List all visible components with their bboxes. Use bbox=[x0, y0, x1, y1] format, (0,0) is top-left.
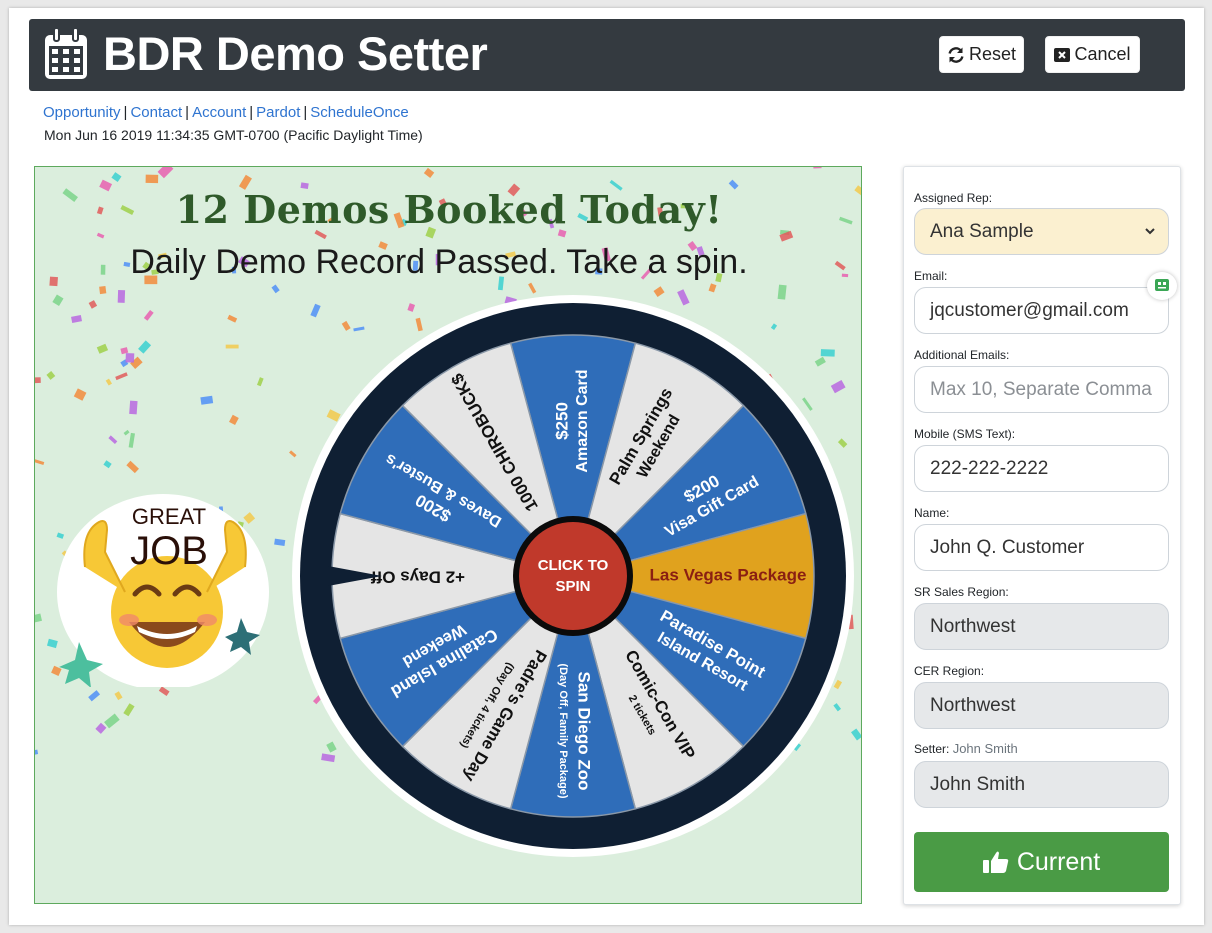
current-label: Current bbox=[1016, 847, 1101, 876]
name-value: John Q. Customer bbox=[930, 536, 1085, 558]
segment-label-line1: San Diego Zoo bbox=[575, 672, 594, 791]
mobile-value: 222-222-2222 bbox=[930, 457, 1049, 479]
robot-icon[interactable] bbox=[1147, 272, 1177, 300]
name-label: Name: bbox=[914, 506, 950, 520]
wheel-segment-label: San Diego Zoo (Day Off, Family Package) bbox=[557, 663, 593, 798]
link-scheduleonce[interactable]: ScheduleOnce bbox=[310, 104, 408, 121]
link-opportunity[interactable]: Opportunity bbox=[43, 104, 121, 121]
assigned-rep-value: Ana Sample bbox=[930, 220, 1034, 242]
email-label: Email: bbox=[914, 269, 948, 283]
mobile-field[interactable]: 222-222-2222 bbox=[914, 445, 1169, 492]
assigned-rep-select[interactable]: Ana Sample bbox=[914, 208, 1169, 255]
name-field[interactable]: John Q. Customer bbox=[914, 524, 1169, 571]
reset-button[interactable]: Reset bbox=[939, 36, 1024, 73]
sr-region-field[interactable]: Northwest bbox=[914, 603, 1169, 650]
cer-region-value: Northwest bbox=[930, 694, 1016, 716]
additional-emails-placeholder: Max 10, Separate Comma bbox=[930, 378, 1152, 400]
segment-label-line2: (Day Off, Family Package) bbox=[557, 663, 569, 798]
email-field[interactable]: jqcustomer@gmail.com bbox=[914, 287, 1169, 334]
cancel-label: Cancel bbox=[1074, 44, 1131, 64]
spin-label-line2[interactable]: SPIN bbox=[555, 578, 590, 595]
current-datetime: Mon Jun 16 2019 11:34:35 GMT-0700 (Pacif… bbox=[44, 127, 423, 143]
wheel-segment-label: Las Vegas Package bbox=[650, 565, 807, 584]
current-button[interactable]: Current bbox=[914, 832, 1169, 892]
prize-wheel[interactable]: $250 Amazon Card Palm SpringsWeekend$200Vi… bbox=[35, 167, 862, 904]
cer-region-label: CER Region: bbox=[914, 664, 985, 678]
refresh-icon bbox=[948, 46, 964, 63]
close-box-icon bbox=[1054, 47, 1071, 62]
record-links: Opportunity | Contact | Account | Pardot | Sched… bbox=[43, 104, 409, 121]
setter-label-value: John Smith bbox=[952, 741, 1018, 756]
cancel-button[interactable]: Cancel bbox=[1045, 36, 1140, 73]
calendar-icon bbox=[45, 27, 87, 79]
segment-label-line1: Las Vegas Package bbox=[650, 565, 807, 584]
demo-form: Assigned Rep: Ana Sample Email: jqcustom… bbox=[903, 166, 1181, 905]
mobile-label: Mobile (SMS Text): bbox=[914, 427, 1016, 441]
sr-region-label: SR Sales Region: bbox=[914, 585, 1009, 599]
spin-label-line1[interactable]: CLICK TO bbox=[538, 557, 609, 574]
additional-emails-label: Additional Emails: bbox=[914, 348, 1010, 362]
thumbs-up-icon bbox=[982, 851, 1009, 873]
segment-label-line1: $250 bbox=[552, 402, 571, 440]
link-account[interactable]: Account bbox=[192, 104, 246, 121]
chevron-down-icon bbox=[1145, 228, 1155, 235]
email-value: jqcustomer@gmail.com bbox=[930, 299, 1129, 321]
cer-region-field[interactable]: Northwest bbox=[914, 682, 1169, 729]
wheel-segment-label: +2 Days Off bbox=[371, 568, 465, 587]
additional-emails-field[interactable]: Max 10, Separate Comma bbox=[914, 366, 1169, 413]
celebration-panel: 12 Demos Booked Today! Daily Demo Record… bbox=[34, 166, 862, 904]
link-pardot[interactable]: Pardot bbox=[256, 104, 300, 121]
setter-value: John Smith bbox=[930, 773, 1026, 795]
spin-button[interactable] bbox=[519, 522, 627, 630]
segment-label-line1: +2 Days Off bbox=[371, 568, 465, 587]
segment-label-line2: Amazon Card bbox=[574, 369, 591, 472]
page-title: BDR Demo Setter bbox=[103, 27, 488, 80]
assigned-rep-label: Assigned Rep: bbox=[914, 191, 993, 205]
setter-field[interactable]: John Smith bbox=[914, 761, 1169, 808]
sr-region-value: Northwest bbox=[930, 615, 1016, 637]
link-contact[interactable]: Contact bbox=[130, 104, 182, 121]
app-header: BDR Demo Setter Reset Cancel bbox=[29, 19, 1185, 91]
setter-label-text: Setter: bbox=[914, 742, 950, 756]
setter-label: Setter: John Smith bbox=[914, 741, 1018, 756]
reset-label: Reset bbox=[968, 44, 1017, 64]
